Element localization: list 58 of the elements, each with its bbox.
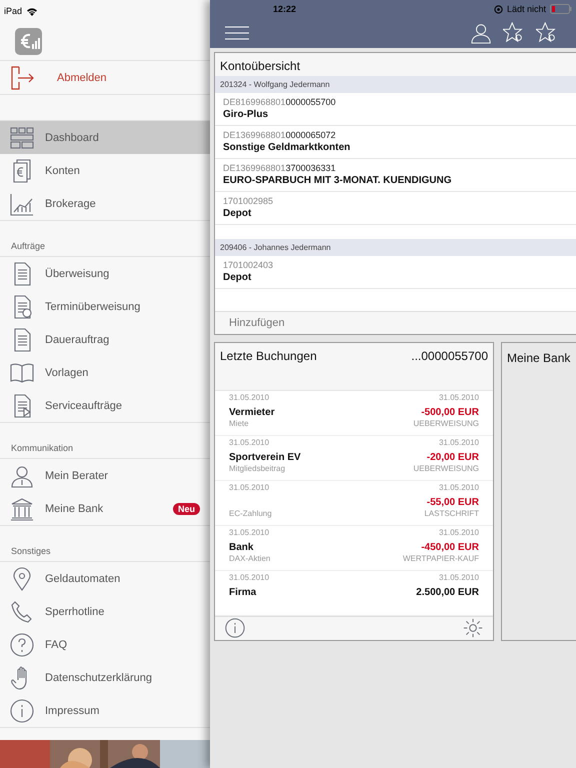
person-icon	[10, 464, 34, 488]
menu-item[interactable]: Datenschutzerklärung	[0, 661, 210, 694]
menu-icon[interactable]	[225, 26, 249, 40]
battery-icon	[550, 4, 572, 14]
section-header: Sonstiges	[10, 545, 52, 558]
chart-icon	[10, 192, 34, 216]
person-icon[interactable]	[470, 22, 492, 44]
booking-row[interactable]: 31.05.2010 31.05.2010 -55,00 EUR EC-Zahlung LASTSCHRIFT	[215, 481, 493, 526]
booking-row[interactable]: 31.05.2010 31.05.2010 Vermieter -500,00 EUR Miete UEBERWEISUNG	[215, 391, 493, 436]
account-row[interactable]: DE13699688010000065072 Sonstige Geldmarktkonten	[215, 126, 576, 159]
book-icon	[10, 360, 34, 384]
phone-icon	[10, 600, 34, 624]
lock-rotation-icon	[494, 4, 503, 14]
menu-item[interactable]: Brokerage	[0, 187, 210, 220]
booking-row[interactable]: 31.05.2010 31.05.2010 Sportverein EV -20,00 EUR Mitgliedsbeitrag UEBERWEISUNG	[215, 436, 493, 481]
exit-icon	[11, 66, 35, 90]
menu-item[interactable]: Dauerauftrag	[0, 323, 210, 356]
star-gear-icon[interactable]	[503, 22, 525, 44]
menu-item[interactable]: Überweisung	[0, 257, 210, 290]
menu-item[interactable]: Meine Bank Neu	[0, 492, 210, 525]
info-icon[interactable]	[225, 618, 245, 638]
account-row[interactable]: 1701002403 Depot	[215, 256, 576, 289]
card-title: Meine Bank	[507, 351, 570, 365]
menu-item[interactable]: Sperrhotline	[0, 595, 210, 628]
menu-item[interactable]: FAQ	[0, 628, 210, 661]
device-name: iPad	[4, 6, 22, 16]
section-header: Aufträge	[10, 240, 46, 253]
app-logo-icon	[15, 28, 42, 54]
section-header: Kommunikation	[10, 442, 74, 455]
menu-item[interactable]: Serviceaufträge	[0, 389, 210, 422]
menu-item[interactable]: Terminüberweisung	[0, 290, 210, 323]
dashboard-icon	[10, 126, 34, 150]
group-header: 201324 - Wolfgang Jedermann	[215, 76, 576, 93]
account-row[interactable]: DE81699688010000055700 Giro-Plus	[215, 93, 576, 126]
menu-item[interactable]: Mein Berater	[0, 459, 210, 492]
account-row[interactable]: DE13699688013700036331 EURO-SPARBUCH MIT 3-MONAT. KUENDIGUNG	[215, 159, 576, 192]
wifi-icon	[26, 6, 38, 16]
question-icon	[10, 632, 34, 656]
new-badge: Neu	[172, 502, 200, 514]
menu-item[interactable]: Konten	[0, 154, 210, 187]
card-title: Letzte Buchungen	[220, 349, 317, 365]
clock: 12:22	[273, 4, 296, 14]
account-number: ...0000055700	[411, 349, 488, 365]
charging-status: Lädt nicht	[506, 4, 546, 14]
booking-row[interactable]: 31.05.2010 31.05.2010 Bank -450,00 EUR DAX-Aktien WERTPAPIER-KAUF	[215, 526, 493, 571]
settings-icon[interactable]	[463, 618, 483, 638]
menu-item[interactable]: Geldautomaten	[0, 562, 210, 595]
menu-item[interactable]: Impressum	[0, 694, 210, 727]
add-button[interactable]: Hinzufügen	[215, 311, 576, 334]
info-icon	[10, 698, 34, 722]
logout-button[interactable]: Abmelden	[0, 60, 210, 95]
menu-item[interactable]: Dashboard	[0, 121, 210, 154]
group-header: 209406 - Johannes Jedermann	[215, 239, 576, 256]
menu-item[interactable]: Vorlagen	[0, 356, 210, 389]
card-title: Kontoübersicht	[215, 53, 576, 76]
bank-icon	[10, 496, 34, 520]
account-row[interactable]: 1701002985 Depot	[215, 192, 576, 225]
star-gear-icon[interactable]	[536, 22, 558, 44]
